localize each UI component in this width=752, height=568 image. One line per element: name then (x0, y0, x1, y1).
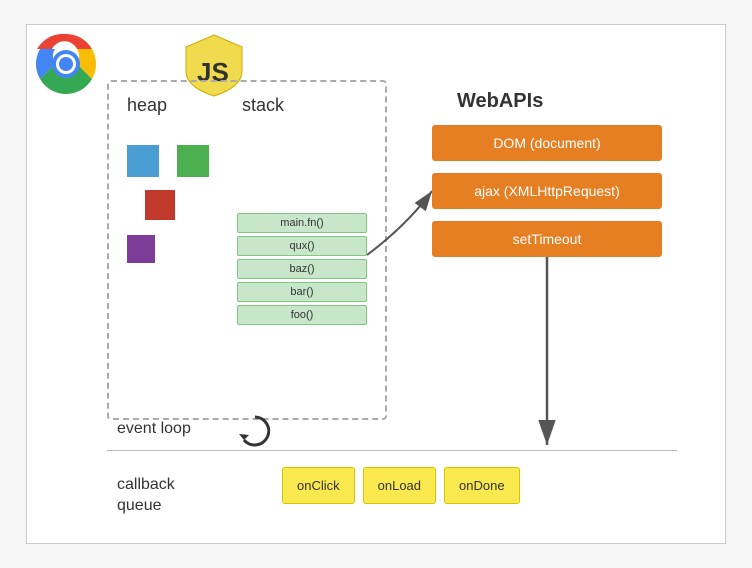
heap-block-red (145, 190, 175, 220)
callback-item-onclick: onClick (282, 467, 355, 504)
stack-item: main.fn() (237, 213, 367, 233)
webapi-settimeout: setTimeout (432, 221, 662, 257)
heap-block-purple (127, 235, 155, 263)
webapi-ajax: ajax (XMLHttpRequest) (432, 173, 662, 209)
diagram-area: JS heap stack main.fn() qux() baz() bar(… (26, 24, 726, 544)
stack-label: stack (242, 95, 284, 116)
webapi-dom: DOM (document) (432, 125, 662, 161)
event-loop-label: event loop (117, 420, 191, 438)
chrome-logo (35, 33, 97, 95)
section-divider (107, 450, 677, 451)
stack-item: bar() (237, 282, 367, 302)
webapis-label: WebAPIs (457, 90, 543, 113)
event-loop-icon (237, 413, 273, 457)
heap-label: heap (127, 95, 167, 116)
callback-queue-label: callback queue (117, 475, 175, 517)
callback-item-ondone: onDone (444, 467, 520, 504)
heap-block-teal (127, 145, 159, 177)
heap-block-green (177, 145, 209, 177)
callback-item-onload: onLoad (363, 467, 436, 504)
stack-area: main.fn() qux() baz() bar() foo() (237, 125, 367, 325)
stack-item: foo() (237, 305, 367, 325)
callback-queue: onClick onLoad onDone (282, 467, 520, 504)
stack-item: qux() (237, 236, 367, 256)
stack-item: baz() (237, 259, 367, 279)
main-container: JS heap stack main.fn() qux() baz() bar(… (0, 0, 752, 568)
